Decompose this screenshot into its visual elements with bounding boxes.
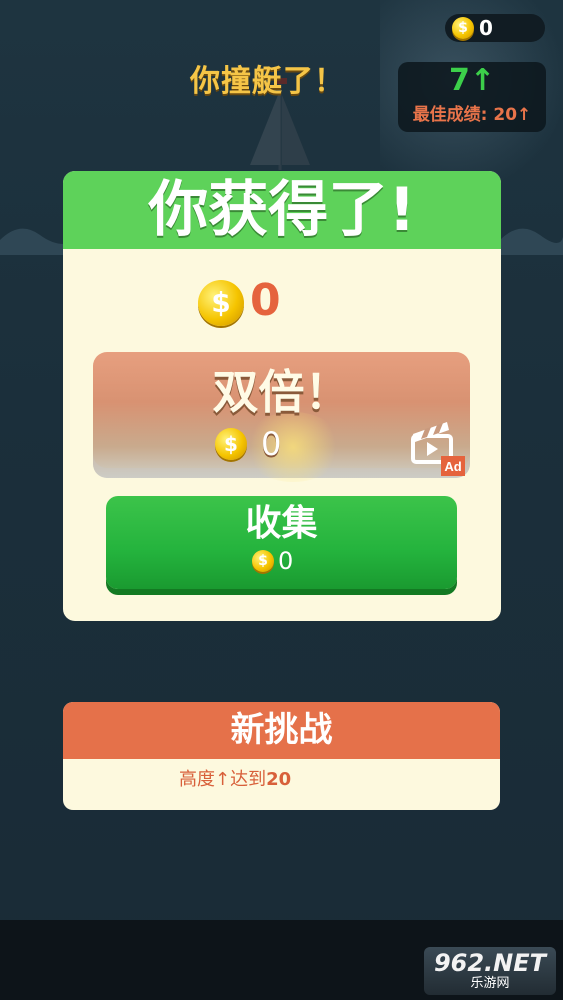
current-score: 7↑ (448, 63, 495, 98)
double-value: 0 (261, 425, 282, 463)
crash-title: 你撞艇了！ (190, 64, 345, 99)
collect-button[interactable]: 收集 $ 0 (106, 496, 457, 589)
challenge-description: 高度↑达到20 (179, 766, 291, 794)
watermark-logo: 962.NET 乐游网 (424, 947, 556, 995)
collect-value: 0 (278, 547, 294, 575)
challenge-desc-prefix: 高度↑达到 (179, 769, 267, 790)
challenge-target: 20 (266, 769, 292, 790)
button-glow (243, 412, 343, 482)
reward-panel: 你获得了! $ 0 双倍！ $ 0 Ad 收集 $ 0 (63, 171, 501, 621)
coin-count: 0 (479, 16, 493, 40)
collect-label: 收集 (245, 503, 318, 544)
earned-coins: 0 (250, 275, 281, 326)
double-label: 双倍！ (212, 365, 351, 419)
coin-icon: $ (215, 428, 247, 460)
challenge-panel: 新挑战 高度↑达到20 (63, 702, 500, 810)
best-score: 最佳成绩: 20↑ (412, 105, 532, 125)
ad-badge: Ad (444, 459, 461, 474)
coin-icon: $ (452, 17, 474, 39)
watermark-subtext: 乐游网 (470, 976, 510, 991)
double-reward-button[interactable]: 双倍！ $ 0 Ad (93, 352, 470, 482)
watermark-text: 962.NET (433, 949, 547, 977)
coin-icon: $ (252, 550, 274, 572)
reward-title: 你获得了! (148, 175, 416, 245)
challenge-title: 新挑战 (230, 710, 333, 750)
video-ad-icon: Ad (411, 422, 465, 476)
coin-icon: $ (198, 280, 244, 326)
